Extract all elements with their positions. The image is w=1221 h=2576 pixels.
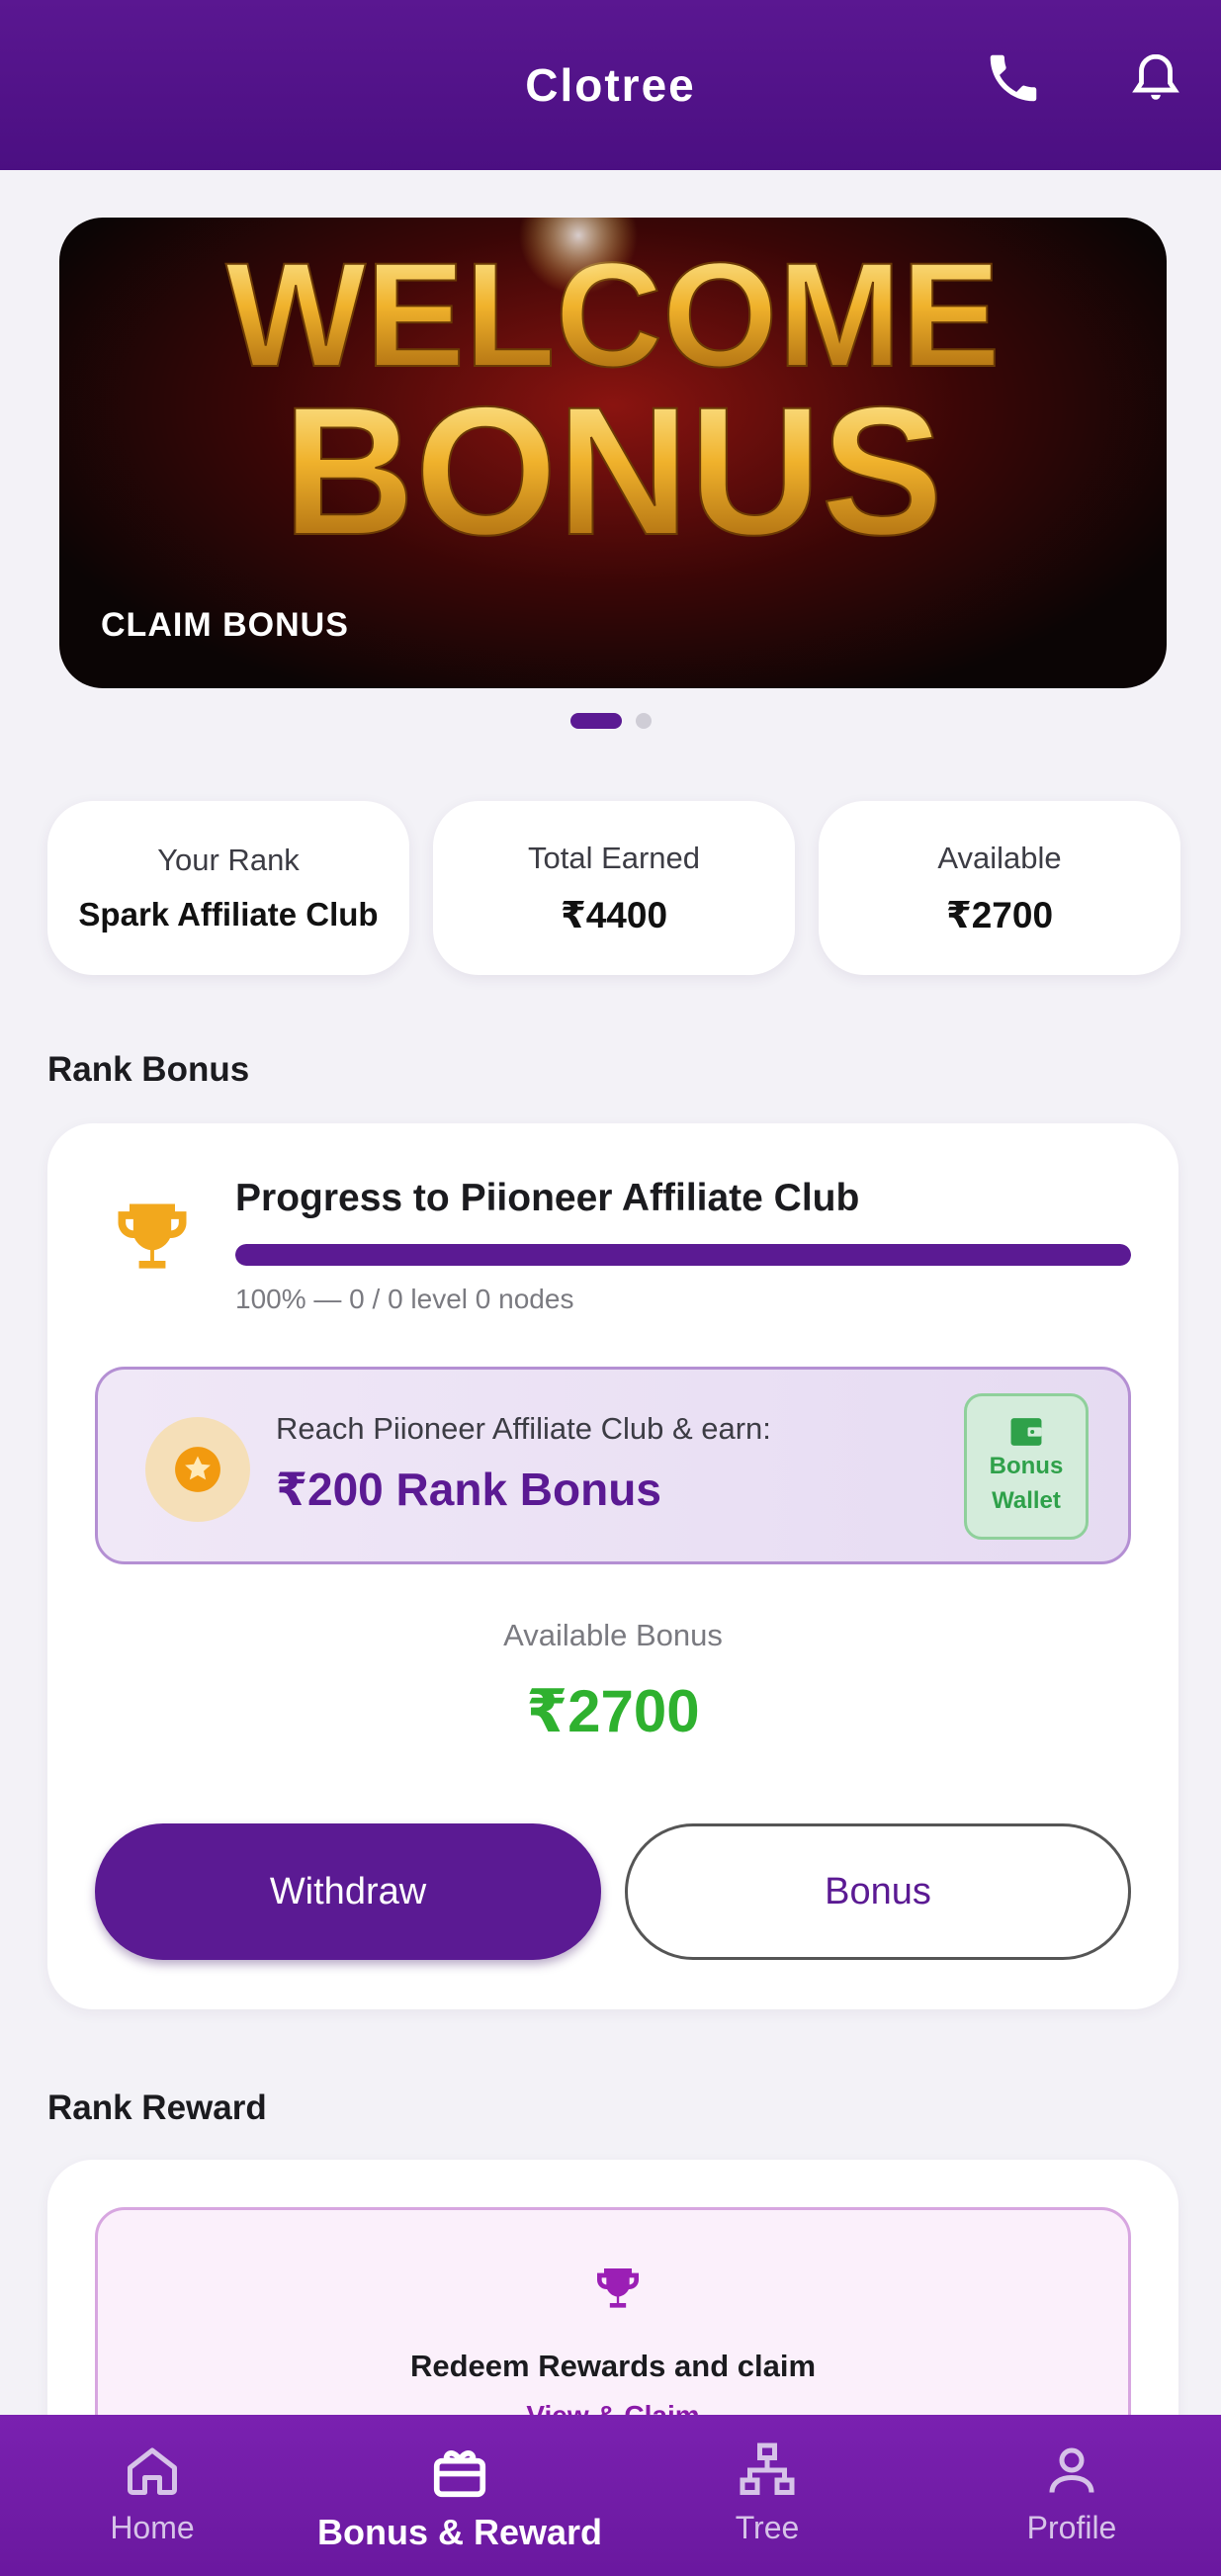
tree-icon xyxy=(740,2443,795,2495)
phone-icon[interactable] xyxy=(979,44,1048,113)
your-rank-card: Your Rank Spark Affiliate Club xyxy=(47,801,409,975)
app-bar: Clotree xyxy=(0,0,1221,170)
available-bonus-value: ₹2700 xyxy=(526,1678,700,1744)
nav-label: Bonus & Reward xyxy=(316,2512,603,2552)
stat-label: Total Earned xyxy=(527,840,701,875)
nav-item-home[interactable]: Home xyxy=(53,2415,251,2576)
wallet-label: Wallet xyxy=(992,1487,1061,1514)
profile-icon xyxy=(1049,2447,1094,2493)
nav-item-profile[interactable]: Profile xyxy=(973,2415,1171,2576)
bonus-wallet-badge[interactable]: Bonus Wallet xyxy=(964,1393,1089,1540)
wallet-label: Bonus xyxy=(989,1453,1064,1479)
reward-trophy-icon xyxy=(590,2262,646,2322)
page-dot[interactable] xyxy=(635,713,652,729)
stat-label: Available xyxy=(937,840,1062,875)
claim-bonus-label[interactable]: CLAIM BONUS xyxy=(101,606,349,645)
welcome-bonus-banner[interactable]: WELCOME BONUS CLAIM BONUS xyxy=(59,218,1167,688)
banner-headline-bottom: BONUS xyxy=(283,370,943,574)
available-bonus-label: Available Bonus xyxy=(503,1618,723,1652)
wallet-icon xyxy=(1010,1418,1042,1446)
progress-bar xyxy=(235,1244,1131,1266)
available-card: Available ₹2700 xyxy=(819,801,1180,975)
progress-bar-fill xyxy=(235,1244,1131,1266)
trophy-icon xyxy=(107,1193,198,1288)
stat-value: ₹2700 xyxy=(945,894,1054,935)
progress-title: Progress to Piioneer Affiliate Club xyxy=(235,1177,860,1219)
total-earned-card: Total Earned ₹4400 xyxy=(433,801,795,975)
withdraw-button[interactable]: Withdraw xyxy=(95,1823,601,1960)
stat-value: Spark Affiliate Club xyxy=(78,896,379,933)
bonus-button[interactable]: Bonus xyxy=(625,1823,1131,1960)
stat-label: Your Rank xyxy=(157,843,300,877)
bell-icon[interactable] xyxy=(1121,44,1190,113)
reach-label: Reach Piioneer Affiliate Club & earn: xyxy=(276,1411,771,1446)
rank-bonus-card: Progress to Piioneer Affiliate Club 100%… xyxy=(47,1123,1178,2009)
home-icon xyxy=(128,2447,177,2495)
rank-bonus-info-box: Reach Piioneer Affiliate Club & earn: ₹2… xyxy=(95,1367,1131,1564)
app-title: Clotree xyxy=(525,59,696,111)
rank-bonus-amount: ₹200 Rank Bonus xyxy=(276,1464,661,1515)
stat-value: ₹4400 xyxy=(560,894,668,935)
section-title-rank-bonus: Rank Bonus xyxy=(47,1050,250,1089)
nav-label: Home xyxy=(110,2510,195,2545)
nav-label: Profile xyxy=(1026,2510,1117,2545)
bottom-navigation: Home Bonus & Reward Tree Profile xyxy=(0,2415,1221,2576)
star-badge-icon xyxy=(145,1417,250,1522)
section-title-rank-reward: Rank Reward xyxy=(47,2088,267,2127)
gift-icon xyxy=(433,2449,486,2498)
nav-item-tree[interactable]: Tree xyxy=(668,2415,866,2576)
progress-text: 100% — 0 / 0 level 0 nodes xyxy=(235,1284,574,1314)
banner-page-indicator xyxy=(0,713,1221,729)
nav-label: Tree xyxy=(735,2510,800,2545)
redeem-rewards-text: Redeem Rewards and claim xyxy=(409,2349,817,2383)
page-dot-active[interactable] xyxy=(569,713,622,729)
nav-item-bonus-reward[interactable]: Bonus & Reward xyxy=(297,2415,623,2576)
